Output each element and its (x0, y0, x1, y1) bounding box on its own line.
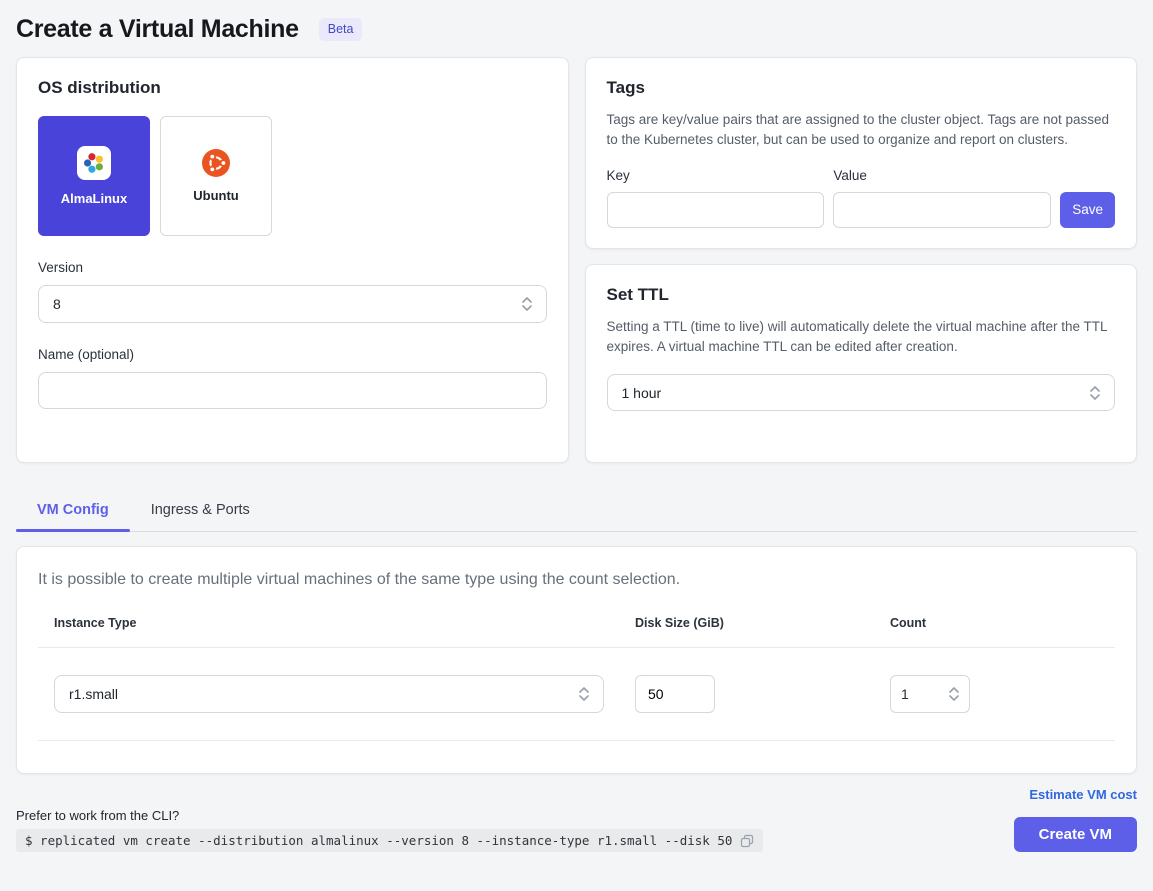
tag-key-input[interactable] (607, 192, 825, 228)
cli-command-block: $ replicated vm create --distribution al… (16, 829, 763, 852)
chevron-updown-icon (1090, 385, 1100, 401)
table-row-divider (38, 740, 1115, 741)
chevron-updown-icon (579, 686, 589, 702)
instance-type-value: r1.small (69, 686, 118, 702)
version-select[interactable]: 8 (38, 285, 547, 323)
instance-type-select[interactable]: r1.small (54, 675, 604, 713)
os-distribution-card: OS distribution AlmaLinux (16, 57, 569, 463)
tags-card: Tags Tags are key/value pairs that are a… (585, 57, 1138, 249)
count-stepper[interactable]: 1 (890, 675, 970, 713)
chevron-updown-icon (522, 296, 532, 312)
cli-command-text: $ replicated vm create --distribution al… (25, 833, 732, 848)
vm-name-label: Name (optional) (38, 347, 547, 362)
estimate-vm-cost-link[interactable]: Estimate VM cost (1029, 787, 1137, 802)
tag-key-value-row: Key Value Save (607, 168, 1116, 228)
ttl-card: Set TTL Setting a TTL (time to live) wil… (585, 264, 1138, 464)
os-tile-label: Ubuntu (193, 188, 238, 203)
tab-ingress-ports[interactable]: Ingress & Ports (130, 490, 271, 531)
disk-size-input[interactable] (635, 675, 715, 713)
ttl-card-title: Set TTL (607, 285, 1116, 305)
page-title: Create a Virtual Machine (16, 15, 299, 44)
create-vm-page: Create a Virtual Machine Beta OS distrib… (0, 0, 1153, 852)
instance-table: Instance Type Disk Size (GiB) Count r1.s… (38, 616, 1115, 741)
os-card-title: OS distribution (38, 78, 547, 98)
chevron-updown-icon (949, 686, 959, 702)
right-column: Tags Tags are key/value pairs that are a… (585, 57, 1138, 463)
ttl-select-value: 1 hour (622, 385, 662, 401)
disk-size-cell (635, 648, 890, 740)
count-cell: 1 (890, 648, 1115, 740)
version-select-value: 8 (53, 296, 61, 312)
ttl-select[interactable]: 1 hour (607, 374, 1116, 411)
page-header: Create a Virtual Machine Beta (16, 0, 1137, 57)
column-header-count: Count (890, 616, 1115, 647)
footer-actions: Estimate VM cost Create VM (1014, 787, 1137, 852)
tab-vm-config[interactable]: VM Config (16, 490, 130, 531)
cli-section: Prefer to work from the CLI? $ replicate… (16, 808, 763, 852)
os-tile-almalinux[interactable]: AlmaLinux (38, 116, 150, 236)
tag-value-field: Value (833, 168, 1051, 228)
tag-key-field: Key (607, 168, 825, 228)
beta-badge: Beta (319, 18, 363, 41)
tags-card-title: Tags (607, 78, 1116, 98)
create-vm-button[interactable]: Create VM (1014, 817, 1137, 852)
almalinux-logo-icon (77, 146, 111, 180)
ttl-description: Setting a TTL (time to live) will automa… (607, 317, 1116, 358)
copy-icon[interactable] (740, 834, 754, 848)
tags-description: Tags are key/value pairs that are assign… (607, 110, 1116, 151)
column-header-instance-type: Instance Type (38, 616, 635, 647)
top-cards: OS distribution AlmaLinux (16, 57, 1137, 463)
instance-type-cell: r1.small (38, 648, 635, 740)
tag-value-label: Value (833, 168, 1051, 183)
vm-name-input[interactable] (38, 372, 547, 409)
version-label: Version (38, 260, 547, 275)
os-tile-ubuntu[interactable]: Ubuntu (160, 116, 272, 236)
column-header-disk-size: Disk Size (GiB) (635, 616, 890, 647)
config-tabs: VM Config Ingress & Ports (16, 490, 1137, 532)
os-tiles: AlmaLinux (38, 116, 547, 236)
vm-config-card: It is possible to create multiple virtua… (16, 546, 1137, 774)
tag-key-label: Key (607, 168, 825, 183)
os-tile-label: AlmaLinux (61, 191, 127, 206)
page-footer: Prefer to work from the CLI? $ replicate… (16, 787, 1137, 852)
count-value: 1 (901, 686, 909, 702)
vm-config-hint: It is possible to create multiple virtua… (38, 571, 1115, 589)
tag-value-input[interactable] (833, 192, 1051, 228)
save-tag-button[interactable]: Save (1060, 192, 1115, 228)
ubuntu-logo-icon (202, 149, 230, 177)
cli-prompt-text: Prefer to work from the CLI? (16, 808, 763, 823)
